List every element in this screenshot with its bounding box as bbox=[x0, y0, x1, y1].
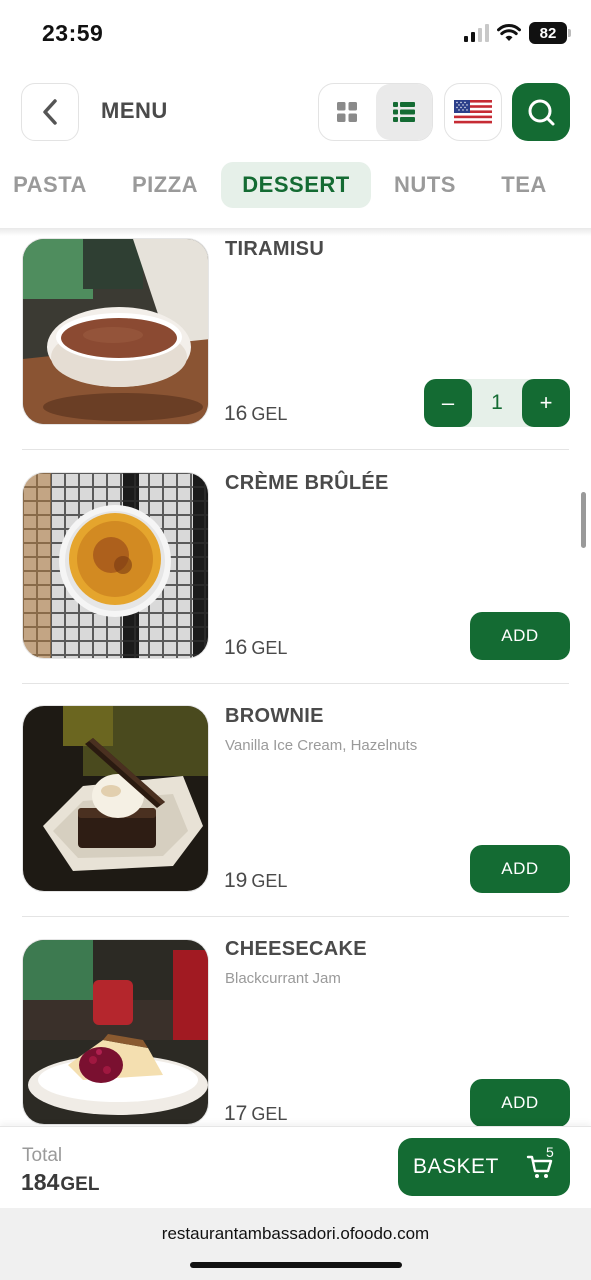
price-currency: GEL bbox=[251, 404, 288, 424]
page-title: MENU bbox=[101, 98, 168, 123]
price-value: 16 bbox=[224, 636, 248, 659]
search-button[interactable] bbox=[512, 83, 570, 141]
status-bar: 23:59 82 bbox=[0, 0, 591, 66]
increase-button[interactable]: + bbox=[522, 379, 570, 427]
item-image[interactable] bbox=[22, 939, 209, 1125]
price-currency: GEL bbox=[251, 871, 288, 891]
basket-button[interactable]: BASKET 5 bbox=[398, 1138, 570, 1196]
tab-nuts[interactable]: NUTS bbox=[378, 162, 472, 208]
home-indicator bbox=[190, 1262, 402, 1268]
price-currency: GEL bbox=[251, 1104, 288, 1124]
total-label: Total bbox=[22, 1145, 63, 1166]
battery-level: 82 bbox=[539, 24, 557, 42]
status-time: 23:59 bbox=[42, 20, 104, 46]
view-toggle bbox=[318, 83, 433, 141]
item-name: CHEESECAKE bbox=[225, 938, 367, 960]
back-button[interactable] bbox=[21, 83, 79, 141]
total-currency: GEL bbox=[60, 1174, 100, 1195]
tab-dessert[interactable]: DESSERT bbox=[221, 162, 371, 208]
quantity-value: 1 bbox=[491, 391, 503, 414]
add-button[interactable]: ADD bbox=[470, 845, 570, 893]
browser-address-bar[interactable]: restaurantambassadori.ofoodo.com bbox=[0, 1208, 591, 1280]
price-currency: GEL bbox=[251, 638, 288, 658]
total-amount: 184GEL bbox=[21, 1169, 99, 1196]
price-value: 17 bbox=[224, 1102, 248, 1125]
basket-count-badge: 5 bbox=[546, 1144, 554, 1160]
item-image[interactable] bbox=[22, 238, 209, 425]
wifi-icon bbox=[497, 24, 521, 41]
item-price: 19 GEL bbox=[224, 869, 287, 893]
item-name: TIRAMISU bbox=[225, 238, 325, 260]
item-price: 17 GEL bbox=[224, 1102, 287, 1126]
item-image[interactable] bbox=[22, 705, 209, 892]
price-value: 16 bbox=[224, 402, 248, 425]
quantity-stepper: – 1 + bbox=[424, 379, 570, 427]
add-button[interactable]: ADD bbox=[470, 612, 570, 660]
tab-pasta[interactable]: PASTA bbox=[0, 162, 100, 208]
item-name: CRÈME BRÛLÉE bbox=[225, 472, 389, 494]
battery-icon: 82 bbox=[529, 22, 571, 44]
url-text[interactable]: restaurantambassadori.ofoodo.com bbox=[0, 1224, 591, 1244]
total-value: 184 bbox=[21, 1169, 60, 1195]
decrease-button[interactable]: – bbox=[424, 379, 472, 427]
grid-view-button[interactable] bbox=[319, 84, 376, 140]
us-flag-icon bbox=[454, 100, 492, 124]
tab-tea[interactable]: TEA bbox=[486, 162, 562, 208]
item-description: Vanilla Ice Cream, Hazelnuts bbox=[225, 737, 418, 754]
add-button[interactable]: ADD bbox=[470, 1079, 570, 1127]
basket-label: BASKET bbox=[413, 1155, 499, 1178]
item-description: Blackcurrant Jam bbox=[225, 970, 341, 987]
app-header: MENU bbox=[0, 82, 591, 142]
item-price: 16 GEL bbox=[224, 402, 287, 426]
language-button[interactable] bbox=[444, 83, 502, 141]
menu-item-creme-brulee: CRÈME BRÛLÉE 16 GEL ADD bbox=[0, 450, 591, 684]
price-value: 19 bbox=[224, 869, 248, 892]
list-view-button[interactable] bbox=[375, 84, 432, 140]
signal-icon bbox=[464, 24, 489, 42]
menu-item-brownie: BROWNIE Vanilla Ice Cream, Hazelnuts 19 G… bbox=[0, 683, 591, 917]
chevron-left-icon bbox=[43, 99, 57, 125]
tab-pizza[interactable]: PIZZA bbox=[115, 162, 215, 208]
search-icon bbox=[528, 99, 555, 126]
item-name: BROWNIE bbox=[225, 705, 324, 727]
category-tabs: PASTA PIZZA DESSERT NUTS TEA bbox=[0, 162, 591, 210]
status-indicators: 82 bbox=[464, 22, 571, 44]
item-image[interactable] bbox=[22, 472, 209, 659]
basket-bar: Total 184GEL BASKET 5 bbox=[0, 1126, 591, 1208]
menu-item-tiramisu: TIRAMISU 16 GEL – 1 + bbox=[0, 216, 591, 450]
menu-item-cheesecake: CHEESECAKE Blackcurrant Jam 17 GEL ADD bbox=[0, 916, 591, 1150]
scrollbar[interactable] bbox=[581, 492, 586, 548]
grid-icon bbox=[337, 102, 358, 122]
item-price: 16 GEL bbox=[224, 636, 287, 660]
list-icon bbox=[392, 102, 415, 122]
